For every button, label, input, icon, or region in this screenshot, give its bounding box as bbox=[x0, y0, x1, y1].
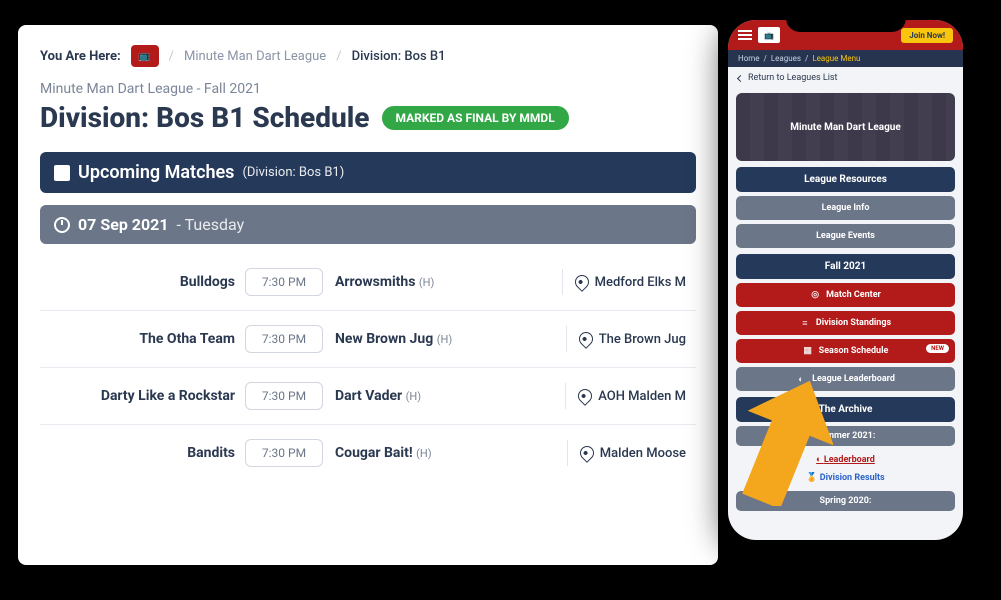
mobile-logo-icon[interactable]: 📺 bbox=[758, 27, 780, 43]
schedule-button[interactable]: ▦Season ScheduleNEW bbox=[736, 339, 955, 363]
section-season: Fall 2021 bbox=[736, 254, 955, 279]
archive-summer: Summer 2021: bbox=[736, 426, 955, 446]
match-row[interactable]: The Otha Team 7:30 PM New Brown Jug (H) … bbox=[40, 311, 696, 368]
calendar-icon: ▦ bbox=[803, 346, 813, 356]
mobile-breadcrumb: Home/ Leagues/ League Menu bbox=[728, 50, 963, 67]
crumb-home[interactable]: Home bbox=[738, 54, 760, 63]
venue[interactable]: AOH Malden M bbox=[578, 389, 686, 404]
team-away: Darty Like a Rockstar bbox=[50, 388, 245, 404]
standings-button[interactable]: ≡Division Standings bbox=[736, 311, 955, 335]
menu-icon[interactable] bbox=[738, 34, 752, 36]
pin-icon bbox=[577, 443, 597, 463]
archive-results-link[interactable]: 🏅 Division Results bbox=[728, 469, 963, 487]
match-row[interactable]: Darty Like a Rockstar 7:30 PM Dart Vader… bbox=[40, 368, 696, 425]
upcoming-title: Upcoming Matches bbox=[78, 162, 234, 183]
gauge-icon: ◐ bbox=[796, 374, 806, 384]
clock-icon bbox=[54, 217, 70, 233]
league-events-button[interactable]: League Events bbox=[736, 224, 955, 248]
page-title: Division: Bos B1 Schedule bbox=[40, 101, 370, 134]
team-away: Bandits bbox=[50, 445, 245, 461]
upcoming-subtitle: (Division: Bos B1) bbox=[242, 165, 344, 180]
breadcrumb: You Are Here: 📺 / Minute Man Dart League… bbox=[40, 45, 696, 67]
team-away: Bulldogs bbox=[50, 274, 245, 290]
section-resources: League Resources bbox=[736, 167, 955, 192]
join-button[interactable]: Join Now! bbox=[901, 28, 953, 43]
pin-icon bbox=[572, 272, 592, 292]
match-time[interactable]: 7:30 PM bbox=[245, 382, 323, 410]
breadcrumb-label: You Are Here: bbox=[40, 49, 121, 64]
breadcrumb-division: Division: Bos B1 bbox=[352, 49, 446, 64]
new-badge: NEW bbox=[926, 344, 949, 353]
section-archive: The Archive bbox=[736, 397, 955, 422]
match-time[interactable]: 7:30 PM bbox=[245, 439, 323, 467]
team-home: Arrowsmiths (H) bbox=[323, 274, 550, 290]
league-name: Minute Man Dart League - Fall 2021 bbox=[40, 81, 696, 97]
pin-icon bbox=[576, 329, 596, 349]
calendar-icon bbox=[54, 165, 70, 181]
team-home: Dart Vader (H) bbox=[323, 388, 553, 404]
pin-icon bbox=[575, 386, 595, 406]
team-home: Cougar Bait! (H) bbox=[323, 445, 555, 461]
schedule-card: You Are Here: 📺 / Minute Man Dart League… bbox=[18, 25, 718, 565]
team-home: New Brown Jug (H) bbox=[323, 331, 554, 347]
upcoming-header: Upcoming Matches (Division: Bos B1) bbox=[40, 152, 696, 193]
match-center-button[interactable]: ◎Match Center bbox=[736, 283, 955, 307]
logo-icon[interactable]: 📺 bbox=[131, 45, 159, 67]
match-time[interactable]: 7:30 PM bbox=[245, 268, 323, 296]
match-row[interactable]: Bandits 7:30 PM Cougar Bait! (H) Malden … bbox=[40, 425, 696, 481]
crumb-active: League Menu bbox=[812, 54, 860, 63]
match-time[interactable]: 7:30 PM bbox=[245, 325, 323, 353]
chevron-left-icon bbox=[737, 74, 744, 81]
leaderboard-button[interactable]: ◐League Leaderboard bbox=[736, 367, 955, 391]
page-headline: Division: Bos B1 Schedule MARKED AS FINA… bbox=[40, 101, 696, 134]
phone-screen: 📺 Join Now! Home/ Leagues/ League Menu R… bbox=[728, 20, 963, 540]
phone-mockup: 📺 Join Now! Home/ Leagues/ League Menu R… bbox=[718, 10, 973, 550]
breadcrumb-league[interactable]: Minute Man Dart League bbox=[184, 49, 326, 64]
venue[interactable]: Medford Elks M bbox=[575, 275, 686, 290]
team-away: The Otha Team bbox=[50, 331, 245, 347]
target-icon: ◎ bbox=[810, 290, 820, 300]
venue[interactable]: Malden Moose bbox=[580, 446, 686, 461]
match-list: Bulldogs 7:30 PM Arrowsmiths (H) Medford… bbox=[40, 254, 696, 481]
date-value: 07 Sep 2021 bbox=[78, 215, 169, 234]
crumb-leagues[interactable]: Leagues bbox=[771, 54, 801, 63]
archive-leaderboard-link[interactable]: ◐ Leaderboard bbox=[728, 450, 963, 469]
league-hero: Minute Man Dart League bbox=[736, 93, 955, 161]
phone-notch bbox=[786, 10, 906, 32]
back-link[interactable]: Return to Leagues List bbox=[728, 67, 963, 89]
date-bar: 07 Sep 2021 - Tuesday bbox=[40, 205, 696, 244]
day-value: - Tuesday bbox=[177, 215, 245, 234]
archive-spring: Spring 2020: bbox=[736, 491, 955, 511]
final-badge: MARKED AS FINAL BY MMDL bbox=[382, 106, 569, 130]
list-icon: ≡ bbox=[800, 318, 810, 328]
match-row[interactable]: Bulldogs 7:30 PM Arrowsmiths (H) Medford… bbox=[40, 254, 696, 311]
venue[interactable]: The Brown Jug bbox=[579, 332, 686, 347]
league-info-button[interactable]: League Info bbox=[736, 196, 955, 220]
